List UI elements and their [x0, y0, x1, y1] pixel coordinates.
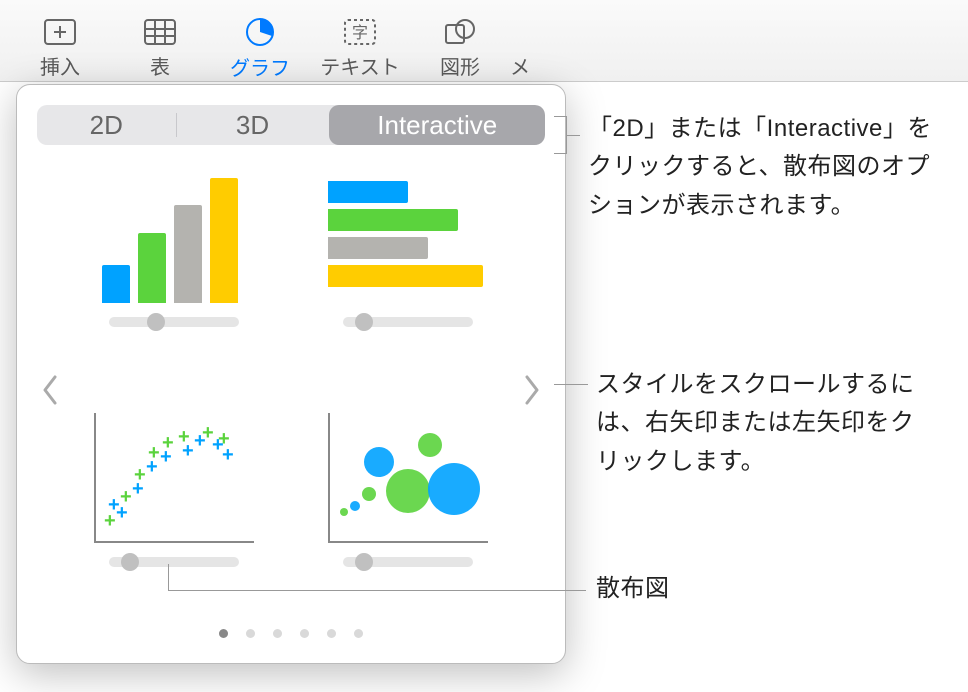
toolbar-label: グラフ [230, 52, 290, 80]
toolbar-shape[interactable]: 図形 [410, 16, 510, 80]
callout-lead [554, 384, 588, 385]
chart-option-vertical-bar[interactable] [87, 173, 261, 373]
slider-handle[interactable] [121, 553, 139, 571]
shape-icon [440, 16, 480, 47]
slider-handle[interactable] [147, 313, 165, 331]
insert-icon [40, 16, 80, 47]
chart-grid: + + + + + + + + + + + + + + + + + [87, 173, 495, 613]
callout-lead [168, 590, 586, 591]
vertical-bar-icon [94, 173, 254, 303]
callout-tabs-hint: 「2D」または「Interactive」をクリックすると、散布図のオプションが表… [588, 110, 948, 225]
chart-popover: 2D 3D Interactive [16, 84, 566, 664]
toolbar: 挿入 表 グラフ 字 テキスト 図形 メ [0, 0, 968, 82]
callout-scatter-label: 散布図 [596, 570, 670, 608]
chart-icon [240, 16, 280, 48]
toolbar-label: 表 [150, 51, 170, 80]
callout-lead [554, 116, 580, 154]
tab-2d[interactable]: 2D [37, 105, 176, 145]
callout-lead [168, 564, 169, 590]
style-slider[interactable] [343, 317, 473, 327]
toolbar-insert[interactable]: 挿入 [10, 16, 110, 80]
page-dot[interactable] [354, 629, 363, 638]
page-dot[interactable] [273, 629, 282, 638]
horizontal-bar-icon [328, 173, 488, 303]
table-icon [140, 16, 180, 47]
page-dot[interactable] [246, 629, 255, 638]
toolbar-label: テキスト [320, 51, 399, 80]
toolbar-table[interactable]: 表 [110, 16, 210, 80]
chart-option-horizontal-bar[interactable] [321, 173, 495, 373]
slider-handle[interactable] [355, 553, 373, 571]
page-indicator [37, 629, 545, 638]
chart-style-area: + + + + + + + + + + + + + + + + + [37, 173, 545, 613]
toolbar-label: 図形 [440, 51, 480, 80]
page-dot[interactable] [219, 629, 228, 638]
style-slider[interactable] [109, 317, 239, 327]
next-style-arrow[interactable] [513, 362, 551, 424]
page-dot[interactable] [327, 629, 336, 638]
chart-type-segmented: 2D 3D Interactive [37, 105, 545, 145]
callout-arrows-hint: スタイルをスクロールするには、右矢印または左矢印をクリックします。 [596, 366, 936, 481]
toolbar-text[interactable]: 字 テキスト [310, 16, 410, 80]
tab-3d[interactable]: 3D [176, 105, 330, 145]
slider-handle[interactable] [355, 313, 373, 331]
bubble-icon [328, 413, 488, 543]
tab-interactive[interactable]: Interactive [329, 105, 545, 145]
toolbar-label: 挿入 [40, 51, 80, 80]
scatter-icon: + + + + + + + + + + + + + + + + + [94, 413, 254, 543]
page-dot[interactable] [300, 629, 309, 638]
style-slider[interactable] [109, 557, 239, 567]
toolbar-chart[interactable]: グラフ [210, 16, 310, 80]
chart-option-bubble[interactable] [321, 413, 495, 613]
svg-text:字: 字 [352, 24, 368, 42]
style-slider[interactable] [343, 557, 473, 567]
toolbar-label: メ [510, 51, 530, 80]
text-icon: 字 [340, 16, 380, 47]
toolbar-media[interactable]: メ [510, 16, 550, 80]
prev-style-arrow[interactable] [31, 362, 69, 424]
chart-option-scatter[interactable]: + + + + + + + + + + + + + + + + + [87, 413, 261, 613]
